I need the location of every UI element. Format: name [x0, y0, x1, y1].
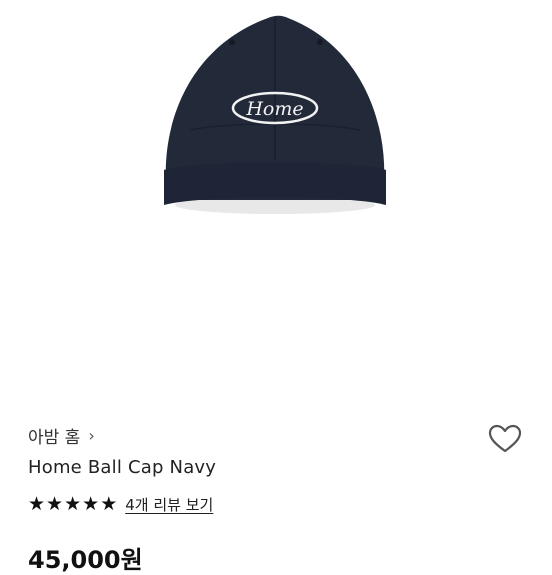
brand-link[interactable]: 아밤 홈 › [28, 423, 95, 448]
product-title: Home Ball Cap Navy [28, 457, 217, 478]
brand-name: 아밤 홈 [28, 428, 81, 448]
review-link[interactable]: 4개 리뷰 보기 [125, 494, 213, 515]
star-icon: ★ [28, 493, 46, 515]
cap-photo: Home [164, 15, 386, 214]
price: 45,000원 [28, 546, 143, 574]
wishlist-button[interactable] [486, 420, 524, 458]
heart-outline-icon [488, 424, 522, 453]
star-icon: ★ [46, 493, 64, 515]
star-icon: ★ [82, 493, 100, 515]
chevron-right-icon: › [88, 426, 95, 445]
rating-row: ★ ★ ★ ★ ★ 4개 리뷰 보기 [28, 494, 213, 515]
star-icon: ★ [100, 493, 118, 515]
star-rating: ★ ★ ★ ★ ★ [28, 495, 117, 514]
product-image: Home [0, 0, 552, 410]
logo-text: Home [245, 98, 303, 120]
star-icon: ★ [64, 493, 82, 515]
